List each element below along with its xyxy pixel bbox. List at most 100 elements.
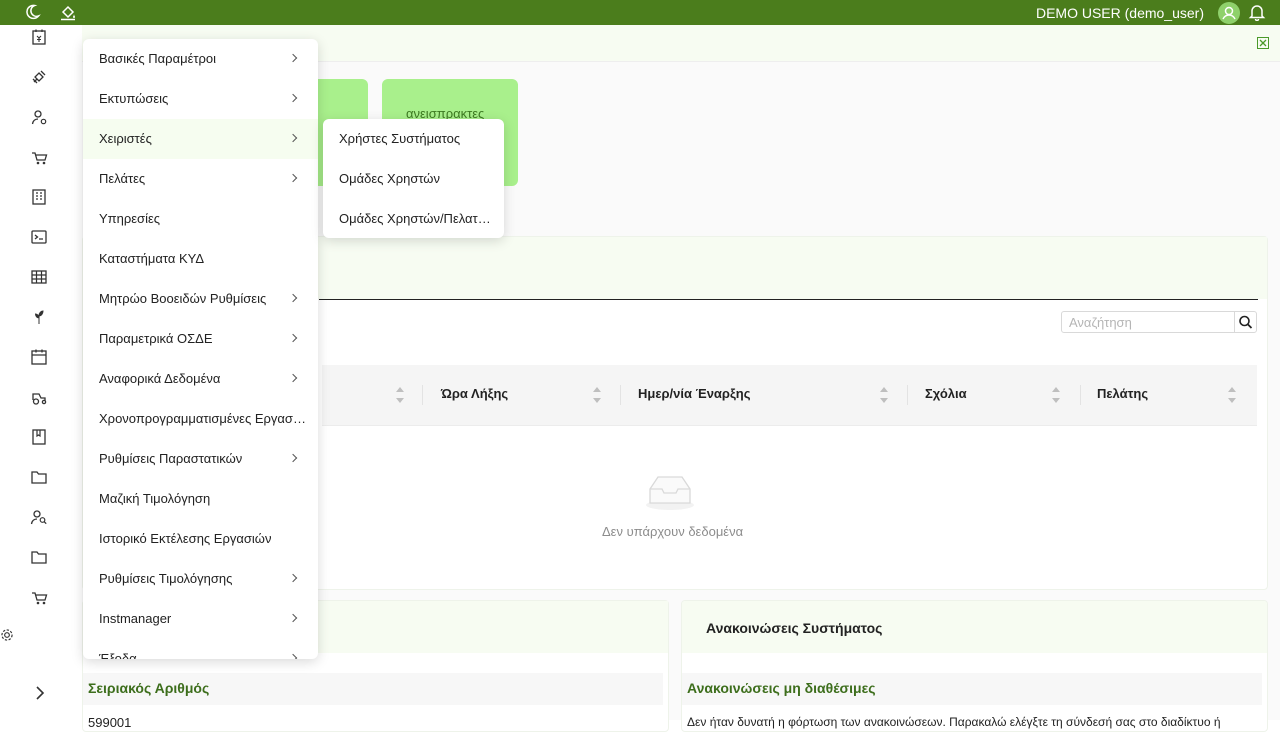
menu-item-label: Μαζική Τιμολόγηση (99, 491, 211, 506)
column-separator (1080, 385, 1081, 405)
serial-number-label: Σειριακός Αριθμός (88, 680, 210, 696)
menu-item-label: Έξοδα (99, 651, 137, 659)
menu-item-label: Καταστήματα ΚΥΔ (99, 251, 205, 266)
menu-item[interactable]: Μαζική Τιμολόγηση (83, 479, 318, 519)
folder-icon[interactable] (30, 548, 48, 566)
serial-number-value: 599001 (88, 715, 132, 730)
satellite-icon[interactable] (30, 68, 48, 86)
folder-icon[interactable] (30, 468, 48, 486)
menu-item[interactable]: Πελάτες (83, 159, 318, 199)
announcements-body: Δεν ήταν δυνατή η φόρτωση των ανακοινώσε… (687, 715, 1221, 729)
column-header-comments[interactable]: Σχόλια (925, 386, 967, 401)
submenu-item[interactable]: Ομάδες Χρηστών (323, 159, 504, 199)
chevron-right-icon (288, 133, 298, 143)
column-header-end-time[interactable]: Ώρα Λήξης (441, 386, 508, 401)
info-row: Ανακοινώσεις μη διαθέσιμες (682, 673, 1262, 705)
info-row: Σειριακός Αριθμός (83, 673, 663, 705)
search-input[interactable]: Αναζήτηση (1061, 311, 1235, 333)
paint-bucket-icon[interactable] (59, 3, 77, 21)
menu-item-label: Παραμετρικά ΟΣΔΕ (99, 331, 213, 346)
building-icon[interactable] (30, 188, 48, 206)
announcements-subtitle: Ανακοινώσεις μη διαθέσιμες (687, 680, 876, 696)
empty-inbox-icon (646, 476, 694, 510)
search-icon (1239, 315, 1253, 329)
menu-item-label: Ρυθμίσεις Παραστατικών (99, 451, 243, 466)
chevron-right-icon (288, 333, 298, 343)
chevron-right-icon (288, 653, 298, 659)
menu-item[interactable]: Ρυθμίσεις Παραστατικών (83, 439, 318, 479)
table-grid-icon[interactable] (30, 268, 48, 286)
submenu-item[interactable]: Χρήστες Συστήματος (323, 119, 504, 159)
menu-item-label: Εκτυπώσεις (99, 91, 169, 106)
menu-item[interactable]: Παραμετρικά ΟΣΔΕ (83, 319, 318, 359)
header-divider (319, 299, 1258, 300)
book-icon[interactable] (30, 428, 48, 446)
table-header: Ώρα Λήξης Ημερ/νία Έναρξης Σχόλια Πελάτη… (322, 365, 1257, 426)
column-separator (422, 385, 423, 405)
menu-item[interactable]: Χειριστές (83, 119, 318, 159)
user-icon (1222, 6, 1236, 20)
menu-item-label: Χρονοπρογραμματισμένες Εργασ… (99, 411, 306, 426)
column-header-customer[interactable]: Πελάτης (1097, 386, 1148, 401)
chevron-right-icon (288, 373, 298, 383)
chevron-right-icon (288, 93, 298, 103)
sidebar (0, 25, 80, 720)
menu-item-label: Υπηρεσίες (99, 211, 161, 226)
menu-item-label: Χειριστές (99, 131, 152, 146)
user-name[interactable]: DEMO USER (demo_user) (1036, 5, 1204, 21)
column-header-start-date[interactable]: Ημερ/νία Έναρξης (638, 386, 750, 401)
menu-item[interactable]: Καταστήματα ΚΥΔ (83, 239, 318, 279)
cash-register-icon[interactable] (30, 28, 48, 46)
sort-icon[interactable] (1051, 384, 1061, 406)
sort-icon[interactable] (395, 384, 405, 406)
menu-item[interactable]: Υπηρεσίες (83, 199, 318, 239)
chevron-right-icon[interactable] (32, 685, 48, 701)
menu-item[interactable]: Εκτυπώσεις (83, 79, 318, 119)
submenu-item[interactable]: Ομάδες Χρηστών/Πελατ… (323, 199, 504, 238)
gear-icon[interactable] (0, 628, 14, 642)
user-settings-icon[interactable] (30, 108, 48, 126)
chevron-right-icon (288, 53, 298, 63)
menu-item-label: Ιστορικό Εκτέλεσης Εργασιών (99, 531, 272, 546)
menu-item-label: Instmanager (99, 611, 172, 626)
chevron-right-icon (288, 613, 298, 623)
chevron-right-icon (288, 293, 298, 303)
calendar-icon[interactable] (30, 348, 48, 366)
terminal-icon[interactable] (30, 228, 48, 246)
menu-item[interactable]: Instmanager (83, 599, 318, 639)
bell-icon[interactable] (1248, 3, 1266, 21)
menu-item[interactable]: Έξοδα (83, 639, 318, 659)
sort-icon[interactable] (1227, 384, 1237, 406)
announcements-panel: Ανακοινώσεις Συστήματος Ανακοινώσεις μη … (681, 600, 1268, 732)
sort-icon[interactable] (879, 384, 889, 406)
search-button[interactable] (1234, 311, 1257, 333)
menu-item[interactable]: Ρυθμίσεις Τιμολόγησης (83, 559, 318, 599)
sort-icon[interactable] (592, 384, 602, 406)
avatar[interactable] (1218, 2, 1240, 24)
empty-state-text: Δεν υπάρχουν δεδομένα (602, 524, 744, 539)
plant-icon[interactable] (30, 308, 48, 326)
users-search-icon[interactable] (30, 508, 48, 526)
chevron-right-icon (288, 453, 298, 463)
tractor-cart-icon[interactable] (30, 148, 48, 166)
dark-mode-moon-icon[interactable] (23, 3, 41, 21)
settings-menu: Βασικές Παραμέτροι Εκτυπώσεις Χειριστές Πελ… (83, 39, 318, 659)
menu-item-label: Μητρώο Βοοειδών Ρυθμίσεις (99, 291, 267, 306)
chevron-right-icon (288, 173, 298, 183)
menu-item[interactable]: Βασικές Παραμέτροι (83, 39, 318, 79)
announcements-title: Ανακοινώσεις Συστήματος (706, 620, 883, 636)
menu-item[interactable]: Ιστορικό Εκτέλεσης Εργασιών (83, 519, 318, 559)
menu-item[interactable]: Μητρώο Βοοειδών Ρυθμίσεις (83, 279, 318, 319)
panel-header: Ανακοινώσεις Συστήματος (682, 601, 1267, 653)
close-icon (1259, 39, 1267, 47)
close-tab-button[interactable] (1257, 37, 1269, 49)
tractor-cart-icon[interactable] (30, 588, 48, 606)
tractor-icon[interactable] (30, 388, 48, 406)
column-separator (907, 385, 908, 405)
menu-item[interactable]: Αναφορικά Δεδομένα (83, 359, 318, 399)
menu-item-label: Ρυθμίσεις Τιμολόγησης (99, 571, 233, 586)
menu-item-label: Βασικές Παραμέτροι (99, 51, 217, 66)
menu-item[interactable]: Χρονοπρογραμματισμένες Εργασ… (83, 399, 318, 439)
top-bar: DEMO USER (demo_user) (0, 0, 1280, 25)
chevron-right-icon (288, 573, 298, 583)
